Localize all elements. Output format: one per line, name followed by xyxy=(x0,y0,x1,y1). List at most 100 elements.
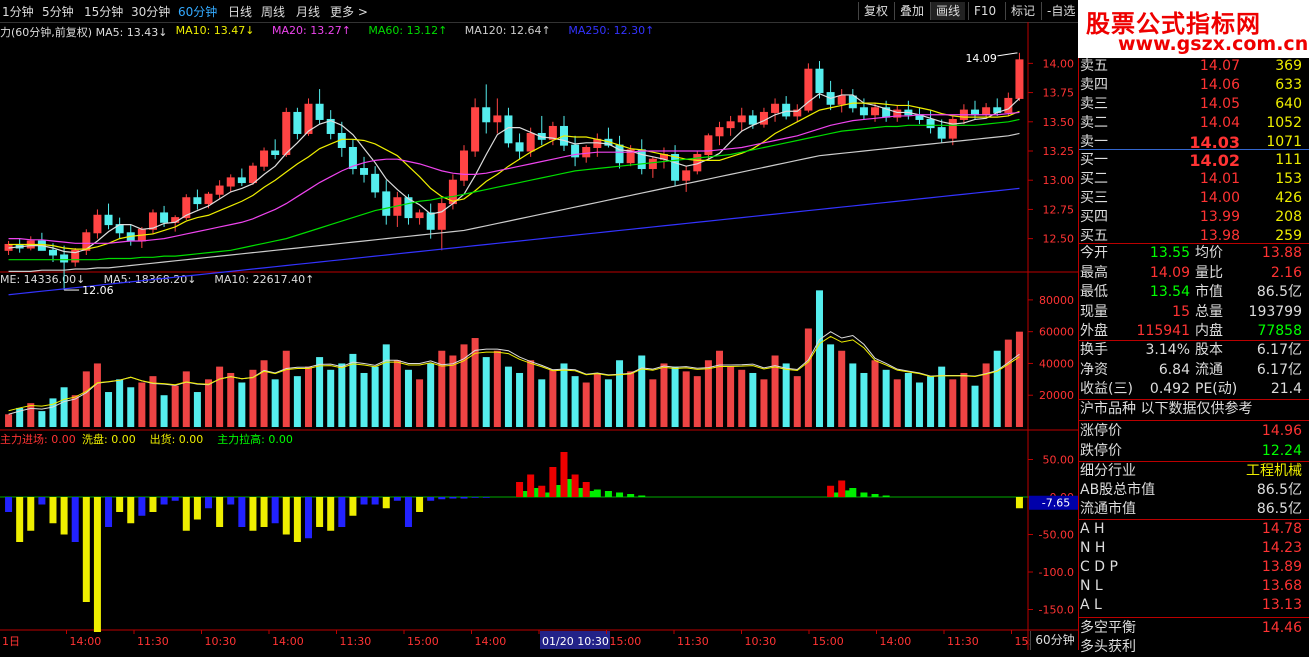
bid-price: 14.02 xyxy=(1189,151,1240,170)
limit-value: 12.24 xyxy=(1261,442,1302,459)
volume-bar xyxy=(627,371,635,427)
volume-bar xyxy=(971,385,979,427)
candle-body xyxy=(871,107,880,116)
candle-body xyxy=(382,191,391,216)
stat-value: 15 xyxy=(1172,303,1190,320)
ask-volume: 640 xyxy=(1275,96,1302,112)
indicator-bar-neg xyxy=(216,497,224,527)
tab-weekly[interactable]: 周线 xyxy=(261,3,285,20)
ma5-line xyxy=(8,93,1020,254)
volume-bar xyxy=(704,360,712,427)
level-label: C D P xyxy=(1080,559,1118,575)
volume-bar xyxy=(60,387,68,427)
time-axis-label: 10:30 xyxy=(205,635,237,648)
candle-body xyxy=(437,203,446,230)
mark-button[interactable]: 标记 xyxy=(1005,2,1040,20)
info-row: 细分行业 工程机械 xyxy=(1080,462,1306,481)
ask-volume: 1052 xyxy=(1266,115,1302,131)
f10-button[interactable]: F10 xyxy=(968,2,1001,20)
info-value: 86.5亿 xyxy=(1256,482,1302,498)
bid-volume: 111 xyxy=(1275,152,1302,168)
indicator-bar-neg xyxy=(393,497,401,501)
stat-label: 市值 xyxy=(1195,284,1223,300)
volume-bar xyxy=(216,366,224,427)
volume-bar xyxy=(1004,339,1012,427)
indicator-bar-neg xyxy=(238,497,246,527)
candle-body xyxy=(615,144,624,164)
time-axis-label: 11:30 xyxy=(677,635,709,648)
tab-5min[interactable]: 5分钟 xyxy=(42,3,74,20)
volume-bar xyxy=(638,355,646,427)
volume-bar xyxy=(882,369,890,427)
volume-bar xyxy=(604,379,612,427)
ask-row: 卖二 14.04 1052 xyxy=(1080,114,1306,133)
kline-chart[interactable]: 14.00 13.75 13.50 13.25 13.00 12.75 12.50 80000… xyxy=(0,22,1078,650)
indicator-bar-neg xyxy=(60,497,68,535)
volume-bar xyxy=(471,338,479,427)
volume-bar xyxy=(427,363,435,427)
draw-line-button[interactable]: 画线 xyxy=(930,2,966,20)
watchlist-button[interactable]: -自选 xyxy=(1041,2,1080,20)
tab-15min[interactable]: 15分钟 xyxy=(84,3,123,20)
stat-row: 现量 15 总量 193799 xyxy=(1080,303,1306,322)
volume-bar xyxy=(549,369,557,427)
ask-volume: 369 xyxy=(1275,58,1302,74)
candle-body xyxy=(582,146,591,158)
bid-volume: 426 xyxy=(1275,190,1302,206)
candle-body xyxy=(282,111,291,156)
panel-separator xyxy=(1079,243,1309,244)
volume-bar xyxy=(871,360,879,427)
indicator-bar-neg xyxy=(38,497,46,505)
tab-daily[interactable]: 日线 xyxy=(228,3,252,20)
volume-bar xyxy=(171,385,179,427)
indicator-bar-neg xyxy=(360,497,368,505)
volume-bar xyxy=(927,376,935,427)
volume-bar xyxy=(727,366,735,427)
time-axis-label: 15:00 xyxy=(407,635,439,648)
volume-tick-label: 80000 xyxy=(1039,294,1074,307)
price-tick-label: 14.00 xyxy=(1043,57,1075,70)
volume-bar xyxy=(782,363,790,427)
indicator-bar-neg xyxy=(471,497,479,498)
ask-price: 14.05 xyxy=(1199,96,1240,112)
stat-value: 0.492 xyxy=(1149,381,1190,397)
volume-bar xyxy=(316,357,324,427)
candle-body xyxy=(637,149,646,170)
panel-separator xyxy=(1079,420,1309,421)
candle-body xyxy=(493,115,502,123)
price-tick-label: 13.25 xyxy=(1043,145,1075,158)
level-label: N L xyxy=(1080,578,1103,594)
level-row: A L 13.13 xyxy=(1080,596,1306,615)
stat-value: 13.55 xyxy=(1149,245,1190,261)
stat-row: 净资 6.84 流通 6.17亿 xyxy=(1080,361,1306,380)
candle-body xyxy=(48,249,57,256)
volume-bar xyxy=(849,363,857,427)
tab-monthly[interactable]: 月线 xyxy=(296,3,320,20)
candle-body xyxy=(748,115,757,125)
tab-more[interactable]: 更多 > xyxy=(330,3,368,20)
candle-body xyxy=(926,118,935,129)
volume-bar xyxy=(649,379,657,427)
volume-bar xyxy=(38,411,46,427)
period-indicator-tab[interactable]: 60分钟 xyxy=(1030,631,1079,650)
candle-body xyxy=(371,173,380,193)
time-axis-label: 10:30 xyxy=(745,635,777,648)
restore-rights-button[interactable]: 复权 xyxy=(858,2,893,20)
overlay-button[interactable]: 叠加 xyxy=(894,2,929,20)
indicator-bar-neg xyxy=(71,497,79,542)
candle-body xyxy=(471,107,480,152)
candle-body xyxy=(1015,59,1024,99)
tab-30min[interactable]: 30分钟 xyxy=(131,3,170,20)
volume-bar xyxy=(360,372,368,427)
volume-bar xyxy=(660,363,668,427)
tab-60min[interactable]: 60分钟 xyxy=(178,3,217,20)
limit-row: 涨停价 14.96 xyxy=(1080,422,1306,441)
time-axis-label: 11:30 xyxy=(340,635,372,648)
indicator-bar-neg xyxy=(171,497,179,501)
bid-volume: 208 xyxy=(1275,209,1302,225)
tab-1min[interactable]: 1分钟 xyxy=(2,3,34,20)
candle-body xyxy=(460,150,469,181)
volume-tick-label: 60000 xyxy=(1039,326,1074,339)
limit-label: 涨停价 xyxy=(1080,423,1122,439)
time-axis-label: 14:00 xyxy=(880,635,912,648)
